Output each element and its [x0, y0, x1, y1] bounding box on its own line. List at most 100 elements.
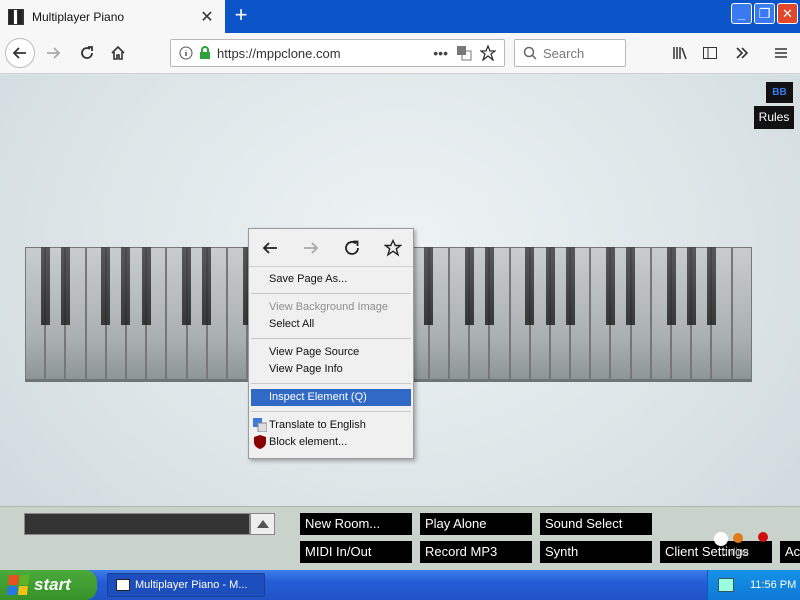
windows-taskbar: start Multiplayer Piano - M... 11:56 PM [0, 570, 800, 600]
rules-button[interactable]: Rules [754, 106, 794, 129]
online-label: online [722, 547, 749, 558]
windows-logo-icon [6, 575, 30, 595]
search-placeholder: Search [543, 45, 585, 61]
url-text: https://mppclone.com [217, 45, 341, 61]
bottom-panel: New Room... Play Alone Sound Select MIDI… [0, 506, 800, 570]
menu-view-page-source[interactable]: View Page Source [249, 344, 413, 361]
sound-select-button[interactable]: Sound Select [540, 513, 652, 535]
sidebar-icon [703, 47, 717, 59]
reload-icon [344, 240, 359, 255]
piano-black-key[interactable] [101, 247, 111, 325]
piano-white-key[interactable] [731, 247, 752, 382]
arrow-right-icon [47, 47, 61, 59]
back-button[interactable] [5, 38, 35, 68]
browser-tab[interactable]: Multiplayer Piano ✕ [0, 0, 225, 33]
record-mp3-button[interactable]: Record MP3 [420, 541, 532, 563]
firefox-window-icon [116, 579, 130, 591]
translate-icon[interactable] [456, 45, 472, 61]
system-tray: 11:56 PM [707, 570, 800, 600]
piano-black-key[interactable] [545, 247, 555, 325]
arrow-right-icon [303, 241, 318, 254]
midi-in-out-button[interactable]: MIDI In/Out [300, 541, 412, 563]
info-icon[interactable] [179, 46, 193, 60]
menu-separator [251, 383, 411, 384]
piano-black-key[interactable] [626, 247, 636, 325]
address-bar[interactable]: https://mppclone.com ••• [170, 39, 505, 67]
menu-view-background-image[interactable]: View Background Image [249, 299, 413, 316]
search-input[interactable]: Search [514, 39, 626, 67]
tab-title: Multiplayer Piano [32, 9, 125, 24]
piano-black-key[interactable] [60, 247, 70, 325]
home-button[interactable] [103, 38, 133, 68]
context-menu: Save Page As... View Background Image Se… [248, 228, 414, 459]
lock-icon[interactable] [199, 46, 211, 60]
home-icon [111, 45, 125, 60]
menu-separator [251, 411, 411, 412]
piano-black-key[interactable] [182, 247, 192, 325]
start-button[interactable]: start [0, 570, 97, 600]
network-icon[interactable] [718, 578, 734, 592]
clock[interactable]: 11:56 PM [750, 579, 796, 591]
taskbar-item-firefox[interactable]: Multiplayer Piano - M... [107, 573, 265, 597]
piano-black-key[interactable] [121, 247, 131, 325]
page-actions-icon[interactable]: ••• [433, 45, 448, 61]
menu-inspect-element[interactable]: Inspect Element (Q) [251, 389, 411, 406]
library-button[interactable] [665, 38, 695, 68]
piano-black-key[interactable] [565, 247, 575, 325]
search-icon [523, 46, 537, 60]
start-label: start [34, 575, 71, 594]
new-tab-button[interactable]: + [229, 4, 253, 28]
overflow-menu-button[interactable] [727, 38, 757, 68]
chat-input[interactable] [24, 513, 250, 535]
ublock-icon [254, 435, 266, 449]
library-icon [673, 47, 687, 60]
menu-view-page-info[interactable]: View Page Info [249, 361, 413, 378]
chat-toggle-button[interactable] [250, 513, 275, 535]
account-button[interactable]: Ac [780, 541, 800, 563]
piano-black-key[interactable] [484, 247, 494, 325]
arrow-left-icon [262, 241, 277, 254]
hamburger-menu-button[interactable] [766, 38, 796, 68]
tab-close-icon[interactable]: ✕ [199, 7, 215, 27]
status-dot-orange [733, 533, 743, 543]
reload-button[interactable] [72, 38, 102, 68]
menu-translate-label: Translate to English [269, 419, 366, 431]
window-close-button[interactable]: ✕ [777, 3, 798, 24]
menu-translate-to-english[interactable]: Translate to English [249, 417, 413, 434]
menu-block-element-label: Block element... [269, 436, 348, 448]
bb-badge[interactable]: BB [766, 82, 793, 103]
menu-save-page-as[interactable]: Save Page As... [249, 271, 413, 288]
piano-black-key[interactable] [141, 247, 151, 325]
synth-button[interactable]: Synth [540, 541, 652, 563]
piano-black-key[interactable] [464, 247, 474, 325]
menu-separator [251, 338, 411, 339]
menu-block-element[interactable]: Block element... [249, 434, 413, 451]
context-bookmark-button[interactable] [381, 236, 405, 260]
sidebar-toggle-button[interactable] [695, 38, 725, 68]
taskbar-item-label: Multiplayer Piano - M... [135, 579, 248, 591]
context-reload-button[interactable] [340, 236, 364, 260]
piano-black-key[interactable] [424, 247, 434, 325]
piano-black-key[interactable] [606, 247, 616, 325]
piano-black-key[interactable] [40, 247, 50, 325]
piano-black-key[interactable] [202, 247, 212, 325]
play-alone-button[interactable]: Play Alone [420, 513, 532, 535]
bookmark-star-icon[interactable] [480, 45, 496, 61]
piano-black-key[interactable] [707, 247, 717, 325]
context-back-button[interactable] [258, 236, 282, 260]
piano-black-key[interactable] [525, 247, 535, 325]
context-forward-button[interactable] [299, 236, 323, 260]
menu-select-all[interactable]: Select All [249, 316, 413, 333]
piano-black-key[interactable] [666, 247, 676, 325]
new-room-button[interactable]: New Room... [300, 513, 412, 535]
browser-titlebar: Multiplayer Piano ✕ + _ ❐ ✕ [0, 0, 800, 33]
window-maximize-button[interactable]: ❐ [754, 3, 775, 24]
triangle-up-icon [256, 520, 269, 528]
status-dot-red [758, 532, 768, 542]
forward-button[interactable] [38, 38, 68, 68]
hamburger-icon [775, 48, 787, 58]
chevron-double-right-icon [736, 47, 749, 59]
window-minimize-button[interactable]: _ [731, 3, 752, 24]
piano-black-key[interactable] [686, 247, 696, 325]
piano-favicon-icon [8, 8, 24, 25]
